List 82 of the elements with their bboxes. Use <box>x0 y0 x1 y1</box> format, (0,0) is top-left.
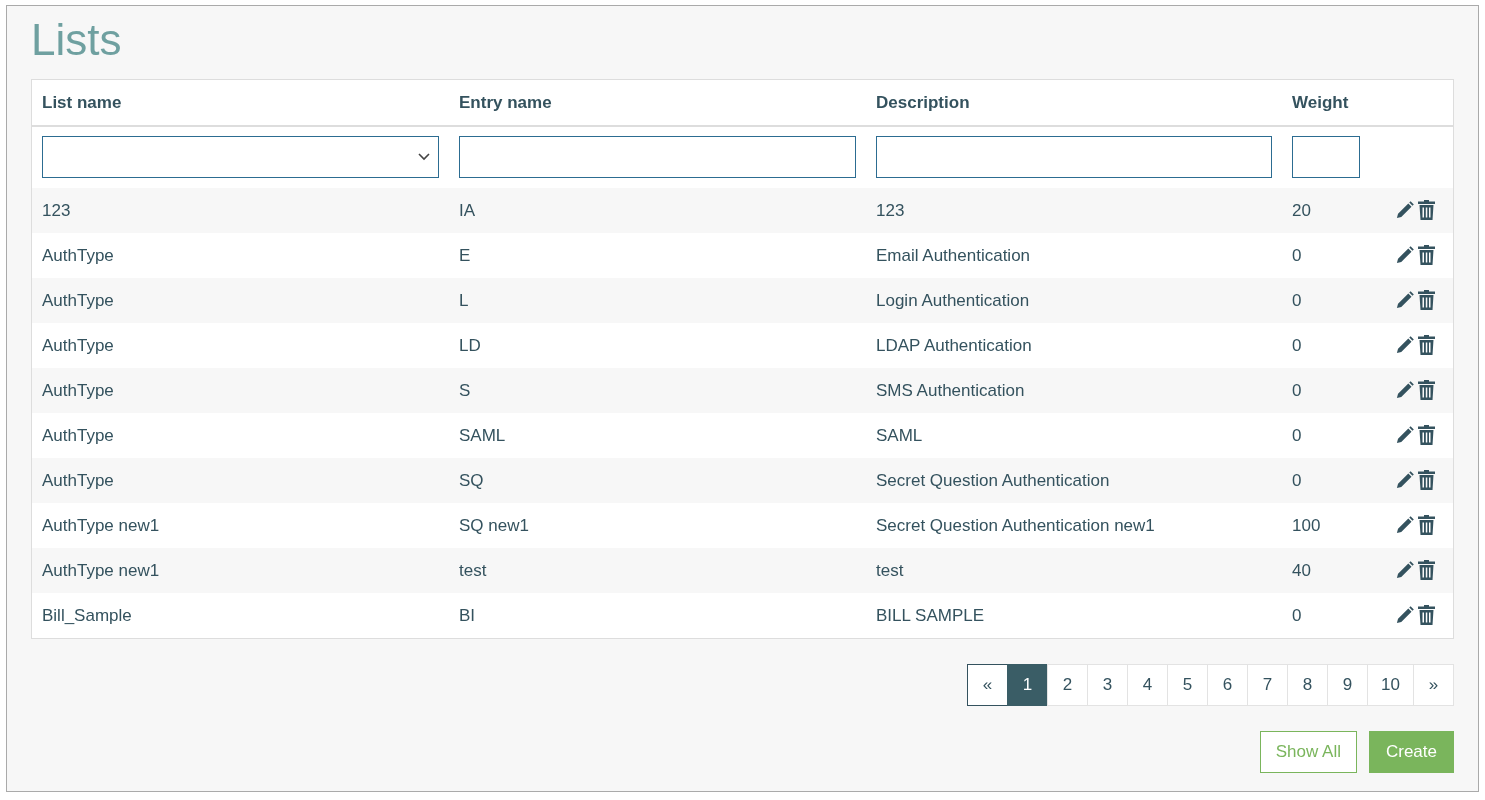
table-cell: 0 <box>1292 470 1302 490</box>
pencil-icon[interactable] <box>1395 425 1414 445</box>
table-cell: 0 <box>1292 380 1302 400</box>
table-cell: Secret Question Authentication <box>876 470 1110 490</box>
table-cell: AuthType <box>42 335 114 355</box>
trash-icon[interactable] <box>1418 515 1435 536</box>
table-cell: BI <box>459 605 476 625</box>
table-cell: 0 <box>1292 605 1302 625</box>
pencil-icon[interactable] <box>1395 380 1414 400</box>
table-cell: 0 <box>1292 335 1302 355</box>
table-cell: 100 <box>1292 515 1321 535</box>
table-cell: IA <box>459 200 476 220</box>
page-button[interactable]: 5 <box>1167 663 1208 706</box>
table-cell: Login Authentication <box>876 290 1030 310</box>
table-cell: AuthType <box>42 245 114 265</box>
trash-icon[interactable] <box>1418 560 1435 581</box>
page-title: Lists <box>31 14 123 66</box>
table-cell: Email Authentication <box>876 245 1031 265</box>
page-button[interactable]: 6 <box>1207 663 1248 706</box>
previous-page-button[interactable]: « <box>967 663 1008 706</box>
trash-icon[interactable] <box>1418 380 1435 401</box>
table-cell: SMS Authentication <box>876 380 1025 400</box>
table-cell: SAML <box>876 425 923 445</box>
pencil-icon[interactable] <box>1395 290 1414 310</box>
trash-icon[interactable] <box>1418 470 1435 491</box>
pencil-icon[interactable] <box>1395 470 1414 490</box>
table-cell: 123 <box>876 200 905 220</box>
table-cell: SAML <box>459 425 506 445</box>
column-header: Weight <box>1292 92 1349 112</box>
pencil-icon[interactable] <box>1395 200 1414 220</box>
table-cell: SQ new1 <box>459 515 529 535</box>
table-cell: 0 <box>1292 245 1302 265</box>
page-button[interactable]: 3 <box>1087 663 1128 706</box>
trash-icon[interactable] <box>1418 200 1435 221</box>
page-button[interactable]: 10 <box>1367 663 1414 706</box>
page-button[interactable]: 2 <box>1047 663 1088 706</box>
column-header: List name <box>42 92 122 112</box>
table-cell: Bill_Sample <box>42 605 132 625</box>
page-button[interactable]: 4 <box>1127 663 1168 706</box>
pencil-icon[interactable] <box>1395 560 1414 580</box>
trash-icon[interactable] <box>1418 335 1435 356</box>
table-cell: 0 <box>1292 425 1302 445</box>
next-page-button[interactable]: » <box>1413 663 1454 706</box>
table-cell: AuthType <box>42 470 114 490</box>
table-cell: AuthType <box>42 290 114 310</box>
table-cell: AuthType new1 <box>42 515 160 535</box>
page-button[interactable]: 1 <box>1007 663 1048 706</box>
table-cell: BILL SAMPLE <box>876 605 985 625</box>
table-cell: test <box>876 560 904 580</box>
pencil-icon[interactable] <box>1395 605 1414 625</box>
table-cell: AuthType <box>42 425 114 445</box>
trash-icon[interactable] <box>1418 425 1435 446</box>
table-cell: LD <box>459 335 481 355</box>
table-cell: Secret Question Authentication new1 <box>876 515 1155 535</box>
table-cell: test <box>459 560 487 580</box>
table-cell: LDAP Authentication <box>876 335 1032 355</box>
column-header: Entry name <box>459 92 552 112</box>
trash-icon[interactable] <box>1418 245 1435 266</box>
pencil-icon[interactable] <box>1395 335 1414 355</box>
trash-icon[interactable] <box>1418 605 1435 626</box>
pencil-icon[interactable] <box>1395 245 1414 265</box>
table-cell: AuthType new1 <box>42 560 160 580</box>
chevron-down-icon <box>418 153 430 162</box>
page-button[interactable]: 8 <box>1287 663 1328 706</box>
table-cell: S <box>459 380 471 400</box>
page-button[interactable]: 7 <box>1247 663 1288 706</box>
filter-field[interactable] <box>876 136 1272 179</box>
page-button[interactable]: 9 <box>1327 663 1368 706</box>
pencil-icon[interactable] <box>1395 515 1414 535</box>
dropdown-field[interactable] <box>42 136 439 179</box>
table-cell: 20 <box>1292 200 1311 220</box>
column-header: Description <box>876 92 970 112</box>
table-cell: AuthType <box>42 380 114 400</box>
trash-icon[interactable] <box>1418 290 1435 311</box>
table-cell: L <box>459 290 469 310</box>
table-cell: SQ <box>459 470 484 490</box>
table-cell: 0 <box>1292 290 1302 310</box>
table-cell: E <box>459 245 471 265</box>
filter-field[interactable] <box>1292 136 1360 179</box>
table-cell: 40 <box>1292 560 1311 580</box>
table-cell: 123 <box>42 200 71 220</box>
filter-field[interactable] <box>459 136 856 179</box>
